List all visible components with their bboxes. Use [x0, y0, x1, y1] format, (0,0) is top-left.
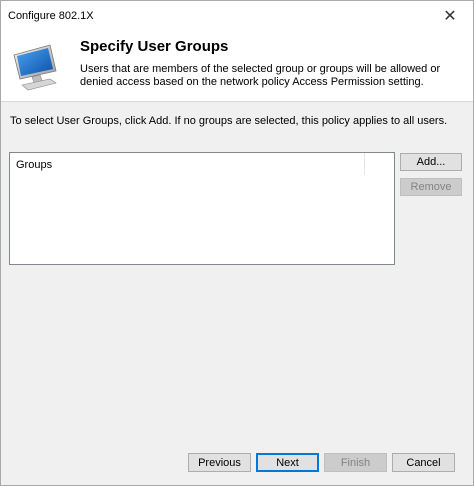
computer-monitor-icon	[13, 44, 57, 91]
finish-button[interactable]: Finish	[324, 453, 387, 472]
groups-column-header[interactable]: Groups	[10, 153, 365, 175]
previous-button[interactable]: Previous	[188, 453, 251, 472]
close-icon: ✕	[443, 8, 457, 25]
configure-8021x-dialog: Configure 802.1X ✕ Specify User Groups U…	[0, 0, 474, 486]
groups-column-label: Groups	[16, 159, 53, 171]
add-button[interactable]: Add...	[400, 153, 462, 171]
cancel-button[interactable]: Cancel	[392, 453, 455, 472]
wizard-header: Specify User Groups Users that are membe…	[1, 31, 473, 102]
close-button[interactable]: ✕	[427, 1, 473, 31]
window-title: Configure 802.1X	[8, 10, 94, 22]
title-bar: Configure 802.1X ✕	[1, 1, 473, 31]
page-title: Specify User Groups	[80, 38, 229, 55]
instruction-text: To select User Groups, click Add. If no …	[10, 115, 448, 127]
next-button[interactable]: Next	[256, 453, 319, 472]
groups-list[interactable]: Groups	[9, 152, 395, 265]
page-description: Users that are members of the selected g…	[80, 63, 441, 88]
remove-button[interactable]: Remove	[400, 178, 462, 196]
